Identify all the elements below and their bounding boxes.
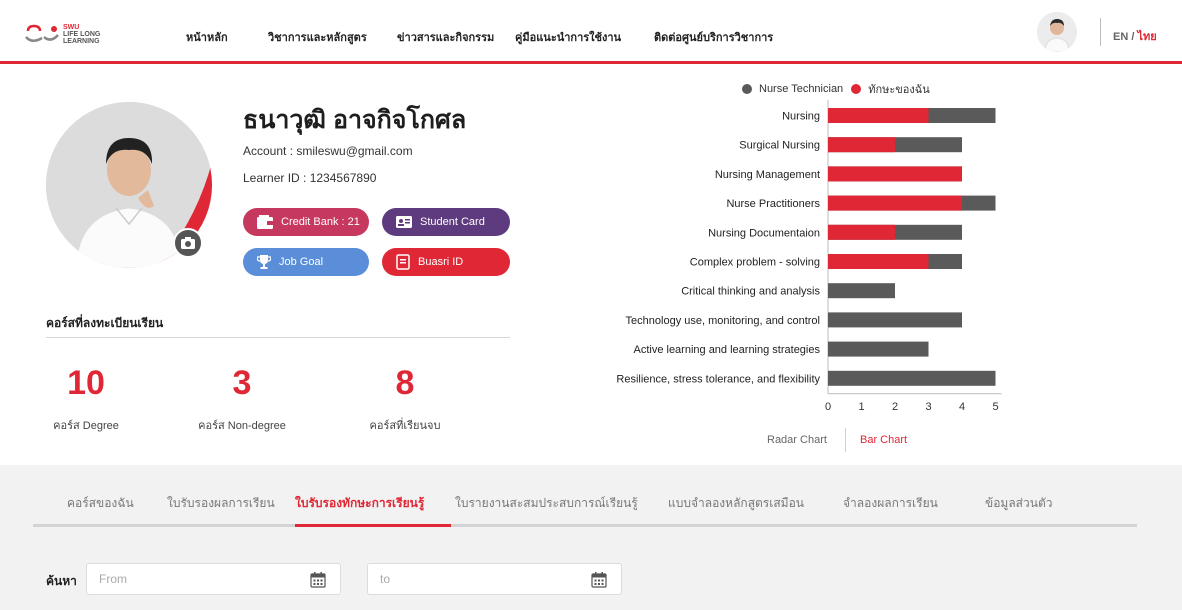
buasri-id-label: Buasri ID bbox=[418, 256, 464, 268]
buasri-id-button[interactable]: Buasri ID bbox=[382, 248, 510, 276]
tab-virtual-curriculum[interactable]: แบบจำลองหลักสูตรเสมือน bbox=[668, 494, 804, 513]
stat-degree-value: 10 bbox=[67, 364, 105, 402]
top-header: SWU LIFE LONG LEARNING หน้าหลัก วิชาการแ… bbox=[0, 0, 1182, 64]
chart-category-label: Nursing Documentaion bbox=[708, 227, 820, 239]
nav-contact-center[interactable]: ติดต่อศูนย์บริการวิชาการ bbox=[654, 28, 773, 46]
skills-bar-chart: Nursing Surgical Nursing Nursing Managemen… bbox=[616, 100, 1002, 413]
calendar-icon[interactable] bbox=[310, 572, 326, 588]
chart-x-tick-label: 4 bbox=[959, 401, 965, 413]
courses-divider bbox=[46, 337, 510, 338]
tab-transcript[interactable]: ใบรับรองผลการเรียน bbox=[167, 494, 275, 513]
chart-category-label: Nursing Management bbox=[715, 169, 820, 181]
profile-name: ธนาวุฒิ อาจกิจโกศล bbox=[243, 106, 467, 134]
credit-bank-button[interactable]: Credit Bank : 21 bbox=[243, 208, 369, 236]
change-photo-button[interactable] bbox=[173, 228, 203, 258]
job-goal-label: Job Goal bbox=[279, 256, 324, 268]
stat-completed-label: คอร์สที่เรียนจบ bbox=[369, 420, 441, 432]
chart-bar-my-skills bbox=[828, 254, 929, 269]
legend-dot-my-skills bbox=[851, 84, 862, 94]
chart-category-label: Critical thinking and analysis bbox=[681, 286, 820, 298]
chart-bar-nurse-technician bbox=[828, 370, 996, 386]
profile-account: Account : smileswu@gmail.com bbox=[243, 144, 413, 158]
chart-bar-my-skills bbox=[828, 166, 962, 182]
student-card-label: Student Card bbox=[420, 216, 485, 228]
chart-x-tick-label: 2 bbox=[892, 401, 898, 413]
chart-x-tick-label: 1 bbox=[858, 401, 864, 413]
chart-category-label: Complex problem - solving bbox=[690, 257, 820, 269]
stat-nondegree-label: คอร์ส Non-degree bbox=[198, 420, 286, 432]
profile-tabs: คอร์สของฉัน ใบรับรองผลการเรียน ใบรับรองท… bbox=[33, 490, 1137, 527]
language-separator bbox=[1100, 18, 1101, 46]
logo-text-lifelong: LIFE LONG bbox=[63, 30, 101, 38]
chart-bar-nurse-technician bbox=[828, 283, 895, 299]
chart-bar-nurse-technician bbox=[828, 341, 929, 357]
chart-category-label: Active learning and learning strategies bbox=[633, 344, 820, 356]
date-from-input[interactable] bbox=[99, 572, 299, 586]
radar-chart-tab[interactable]: Radar Chart bbox=[767, 434, 827, 446]
lang-th[interactable]: ไทย bbox=[1137, 31, 1156, 43]
legend-dot-nurse-technician bbox=[742, 84, 752, 94]
tab-grade-simulation[interactable]: จำลองผลการเรียน bbox=[843, 494, 938, 513]
language-switcher: EN / ไทย bbox=[1113, 27, 1157, 45]
date-from-field[interactable] bbox=[86, 563, 341, 595]
chart-x-tick-label: 3 bbox=[925, 401, 931, 413]
chart-x-tick-label: 0 bbox=[825, 401, 831, 413]
job-goal-button[interactable]: Job Goal bbox=[243, 248, 369, 276]
search-label: ค้นหา bbox=[46, 574, 77, 588]
chart-category-label: Resilience, stress tolerance, and flexib… bbox=[616, 373, 820, 385]
credit-bank-label: Credit Bank : 21 bbox=[281, 216, 360, 228]
date-to-field[interactable] bbox=[367, 563, 622, 595]
swu-logo-icon bbox=[25, 24, 59, 42]
stat-nondegree-value: 3 bbox=[232, 364, 252, 402]
tab-my-courses[interactable]: คอร์สของฉัน bbox=[67, 494, 134, 513]
chart-bar-my-skills bbox=[828, 108, 929, 123]
lang-slash: / bbox=[1131, 31, 1135, 43]
stat-degree-label: คอร์ส Degree bbox=[53, 420, 119, 432]
document-icon bbox=[396, 254, 410, 270]
legend-label-my-skills: ทักษะของฉัน bbox=[868, 84, 930, 96]
tab-personal-info[interactable]: ข้อมูลส่วนตัว bbox=[985, 494, 1052, 513]
profile-learner-id: Learner ID : 1234567890 bbox=[243, 171, 377, 185]
chart-category-label: Surgical Nursing bbox=[739, 140, 820, 152]
registered-courses-title: คอร์สที่ลงทะเบียนเรียน bbox=[46, 316, 164, 330]
calendar-icon[interactable] bbox=[591, 572, 607, 588]
nav-news-events[interactable]: ข่าวสารและกิจกรรม bbox=[397, 28, 494, 46]
logo-text-learning: LEARNING bbox=[63, 37, 100, 45]
nav-academic-courses[interactable]: วิชาการและหลักสูตร bbox=[268, 28, 367, 46]
chart-tab-separator bbox=[845, 428, 846, 452]
swu-logo[interactable]: SWU LIFE LONG LEARNING bbox=[24, 22, 114, 46]
user-avatar-icon bbox=[1037, 12, 1077, 52]
chart-bar-my-skills bbox=[828, 137, 895, 153]
chart-bar-my-skills bbox=[828, 195, 962, 211]
tab-skill-certificate[interactable]: ใบรับรองทักษะการเรียนรู้ bbox=[295, 494, 424, 513]
wallet-icon bbox=[257, 215, 273, 229]
logo-text-swu: SWU bbox=[63, 23, 80, 31]
chart-bar-my-skills bbox=[828, 224, 895, 240]
student-card-button[interactable]: Student Card bbox=[382, 208, 510, 236]
chart-category-label: Nurse Practitioners bbox=[726, 198, 820, 210]
tab-experience-report[interactable]: ใบรายงานสะสมประสบการณ์เรียนรู้ bbox=[455, 494, 638, 513]
legend-label-nurse-technician: Nurse Technician bbox=[759, 83, 844, 95]
chart-category-label: Nursing bbox=[782, 111, 820, 123]
active-tab-indicator bbox=[295, 524, 451, 527]
trophy-icon bbox=[257, 255, 271, 269]
nav-home[interactable]: หน้าหลัก bbox=[186, 28, 228, 46]
bar-chart-tab[interactable]: Bar Chart bbox=[860, 434, 907, 446]
date-to-input[interactable] bbox=[380, 572, 580, 586]
logo-text: SWU LIFE LONG LEARNING bbox=[63, 24, 100, 45]
id-card-icon bbox=[396, 216, 412, 228]
nav-user-guide[interactable]: คู่มือแนะนำการใช้งาน bbox=[515, 28, 621, 46]
header-avatar[interactable] bbox=[1037, 12, 1077, 52]
chart-x-tick-label: 5 bbox=[992, 401, 998, 413]
stat-completed-value: 8 bbox=[395, 364, 415, 402]
camera-icon bbox=[181, 237, 195, 249]
lang-en[interactable]: EN bbox=[1113, 31, 1128, 43]
chart-legend: Nurse Technician ทักษะของฉัน bbox=[742, 80, 930, 98]
chart-bar-nurse-technician bbox=[828, 312, 962, 328]
chart-category-label: Technology use, monitoring, and control bbox=[626, 315, 820, 327]
